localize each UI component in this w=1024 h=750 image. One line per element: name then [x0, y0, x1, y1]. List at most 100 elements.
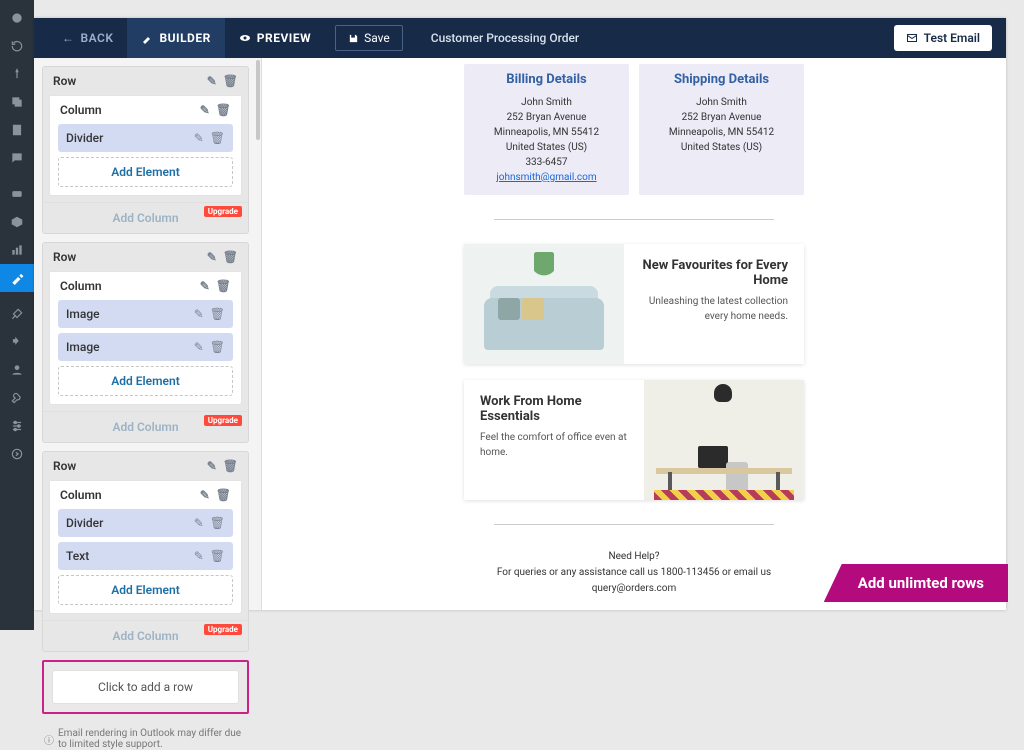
element-text[interactable]: Text ✎ 🗑	[58, 542, 233, 570]
nav-products-icon[interactable]	[0, 208, 34, 236]
element-label: Divider	[66, 516, 103, 530]
element-divider[interactable]: Divider ✎ 🗑	[58, 509, 233, 537]
nav-pages-icon[interactable]	[0, 116, 34, 144]
delete-icon[interactable]: 🗑	[210, 549, 225, 563]
delete-icon[interactable]: 🗑	[223, 250, 238, 264]
shipping-city: Minneapolis, MN 55412	[645, 125, 798, 140]
nav-plugins-icon[interactable]	[0, 328, 34, 356]
column-label: Column	[60, 279, 102, 293]
row-header[interactable]: Row ✎🗑	[43, 243, 248, 271]
edit-icon[interactable]: ✎	[207, 459, 217, 473]
element-image[interactable]: Image ✎ 🗑	[58, 300, 233, 328]
nav-users-icon[interactable]	[0, 356, 34, 384]
tab-preview[interactable]: PREVIEW	[225, 18, 325, 58]
billing-details-box: Billing Details John Smith 252 Bryan Ave…	[464, 64, 629, 195]
row-block[interactable]: Row ✎🗑 Column ✎🗑 Divider ✎🗑 Text ✎🗑	[42, 451, 249, 652]
nav-media-icon[interactable]	[0, 88, 34, 116]
promo-card-2: Work From Home Essentials Feel the comfo…	[464, 380, 804, 500]
element-label: Image	[66, 307, 100, 321]
nav-divider	[0, 172, 34, 180]
billing-name: John Smith	[470, 95, 623, 110]
add-element-button[interactable]: Add Element	[58, 575, 233, 605]
delete-icon[interactable]: 🗑	[216, 488, 231, 502]
back-label: BACK	[81, 31, 114, 45]
email-preview: Billing Details John Smith 252 Bryan Ave…	[262, 58, 1006, 610]
add-element-button[interactable]: Add Element	[58, 366, 233, 396]
delete-icon[interactable]: 🗑	[223, 74, 238, 88]
test-email-button[interactable]: Test Email	[894, 25, 992, 51]
element-label: Text	[66, 549, 89, 563]
column-block: Column ✎🗑 Divider ✎🗑 Text ✎🗑 Add Element	[49, 480, 242, 614]
element-image[interactable]: Image ✎ 🗑	[58, 333, 233, 361]
row-header[interactable]: Row ✎ 🗑	[43, 67, 248, 95]
nav-pin-icon[interactable]	[0, 60, 34, 88]
tab-builder[interactable]: BUILDER	[127, 18, 224, 58]
promo2-desc: Feel the comfort of office even at home.	[480, 430, 628, 460]
shipping-country: United States (US)	[645, 140, 798, 155]
nav-appearance-icon[interactable]	[0, 300, 34, 328]
column-block: Column ✎🗑 Image ✎🗑 Image ✎🗑 Add Element	[49, 271, 242, 405]
row-label: Row	[53, 74, 76, 88]
nav-analytics-icon[interactable]	[0, 236, 34, 264]
edit-icon[interactable]: ✎	[194, 307, 204, 321]
delete-icon[interactable]: 🗑	[210, 516, 225, 530]
delete-icon[interactable]: 🗑	[216, 103, 231, 117]
upgrade-badge[interactable]: Upgrade	[204, 206, 242, 217]
delete-icon[interactable]: 🗑	[223, 459, 238, 473]
add-rows-cta[interactable]: Add unlimted rows	[824, 564, 1008, 602]
billing-street: 252 Bryan Avenue	[470, 110, 623, 125]
top-bar: ← BACK BUILDER PREVIEW Save Customer Pro…	[34, 18, 1006, 58]
billing-email[interactable]: johnsmith@gmail.com	[470, 170, 623, 185]
main-area: Row ✎ 🗑 Column ✎🗑 Divider ✎🗑 Ad	[34, 58, 1006, 610]
edit-icon[interactable]: ✎	[194, 131, 204, 145]
row-block[interactable]: Row ✎🗑 Column ✎🗑 Image ✎🗑 Image ✎🗑	[42, 242, 249, 443]
back-button[interactable]: ← BACK	[48, 18, 127, 58]
nav-updates-icon[interactable]	[0, 32, 34, 60]
panel-scrollbar[interactable]	[256, 60, 261, 608]
edit-icon[interactable]: ✎	[207, 250, 217, 264]
nav-tools-icon[interactable]	[0, 384, 34, 412]
save-button[interactable]: Save	[335, 25, 403, 51]
arrow-left-icon: ←	[62, 31, 75, 45]
nav-settings-icon[interactable]	[0, 412, 34, 440]
structure-panel: Row ✎ 🗑 Column ✎🗑 Divider ✎🗑 Ad	[34, 58, 262, 610]
nav-dashboard-icon[interactable]	[0, 4, 34, 32]
brush-icon	[141, 32, 153, 44]
column-header[interactable]: Column ✎🗑	[50, 96, 241, 124]
nav-woo-icon[interactable]	[0, 180, 34, 208]
element-divider[interactable]: Divider ✎🗑	[58, 124, 233, 152]
add-column-row: Upgrade Add Column	[43, 411, 248, 442]
edit-icon[interactable]: ✎	[194, 340, 204, 354]
row-block[interactable]: Row ✎ 🗑 Column ✎🗑 Divider ✎🗑 Ad	[42, 66, 249, 234]
add-row-button[interactable]: Click to add a row	[52, 670, 239, 704]
billing-phone: 333-6457	[470, 155, 623, 170]
shipping-title: Shipping Details	[645, 72, 798, 87]
upgrade-badge[interactable]: Upgrade	[204, 415, 242, 426]
add-element-button[interactable]: Add Element	[58, 157, 233, 187]
edit-icon[interactable]: ✎	[194, 549, 204, 563]
delete-icon[interactable]: 🗑	[216, 279, 231, 293]
add-column-row: Upgrade Add Column	[43, 620, 248, 651]
edit-icon[interactable]: ✎	[200, 488, 210, 502]
delete-icon[interactable]: 🗑	[210, 131, 225, 145]
edit-icon[interactable]: ✎	[207, 74, 217, 88]
nav-comments-icon[interactable]	[0, 144, 34, 172]
nav-customizer-icon[interactable]	[0, 264, 34, 292]
element-label: Image	[66, 340, 100, 354]
billing-country: United States (US)	[470, 140, 623, 155]
billing-city: Minneapolis, MN 55412	[470, 125, 623, 140]
edit-icon[interactable]: ✎	[200, 279, 210, 293]
nav-collapse-icon[interactable]	[0, 440, 34, 468]
email-title: Customer Processing Order	[431, 31, 579, 45]
column-header[interactable]: Column ✎🗑	[50, 481, 241, 509]
add-column-row: Upgrade Add Column	[43, 202, 248, 233]
edit-icon[interactable]: ✎	[200, 103, 210, 117]
column-header[interactable]: Column ✎ 🗑	[50, 272, 241, 300]
billing-title: Billing Details	[470, 72, 623, 87]
delete-icon[interactable]: 🗑	[210, 307, 225, 321]
row-header[interactable]: Row ✎🗑	[43, 452, 248, 480]
save-label: Save	[364, 31, 390, 45]
edit-icon[interactable]: ✎	[194, 516, 204, 530]
delete-icon[interactable]: 🗑	[210, 340, 225, 354]
promo1-title: New Favourites for Every Home	[640, 258, 788, 288]
